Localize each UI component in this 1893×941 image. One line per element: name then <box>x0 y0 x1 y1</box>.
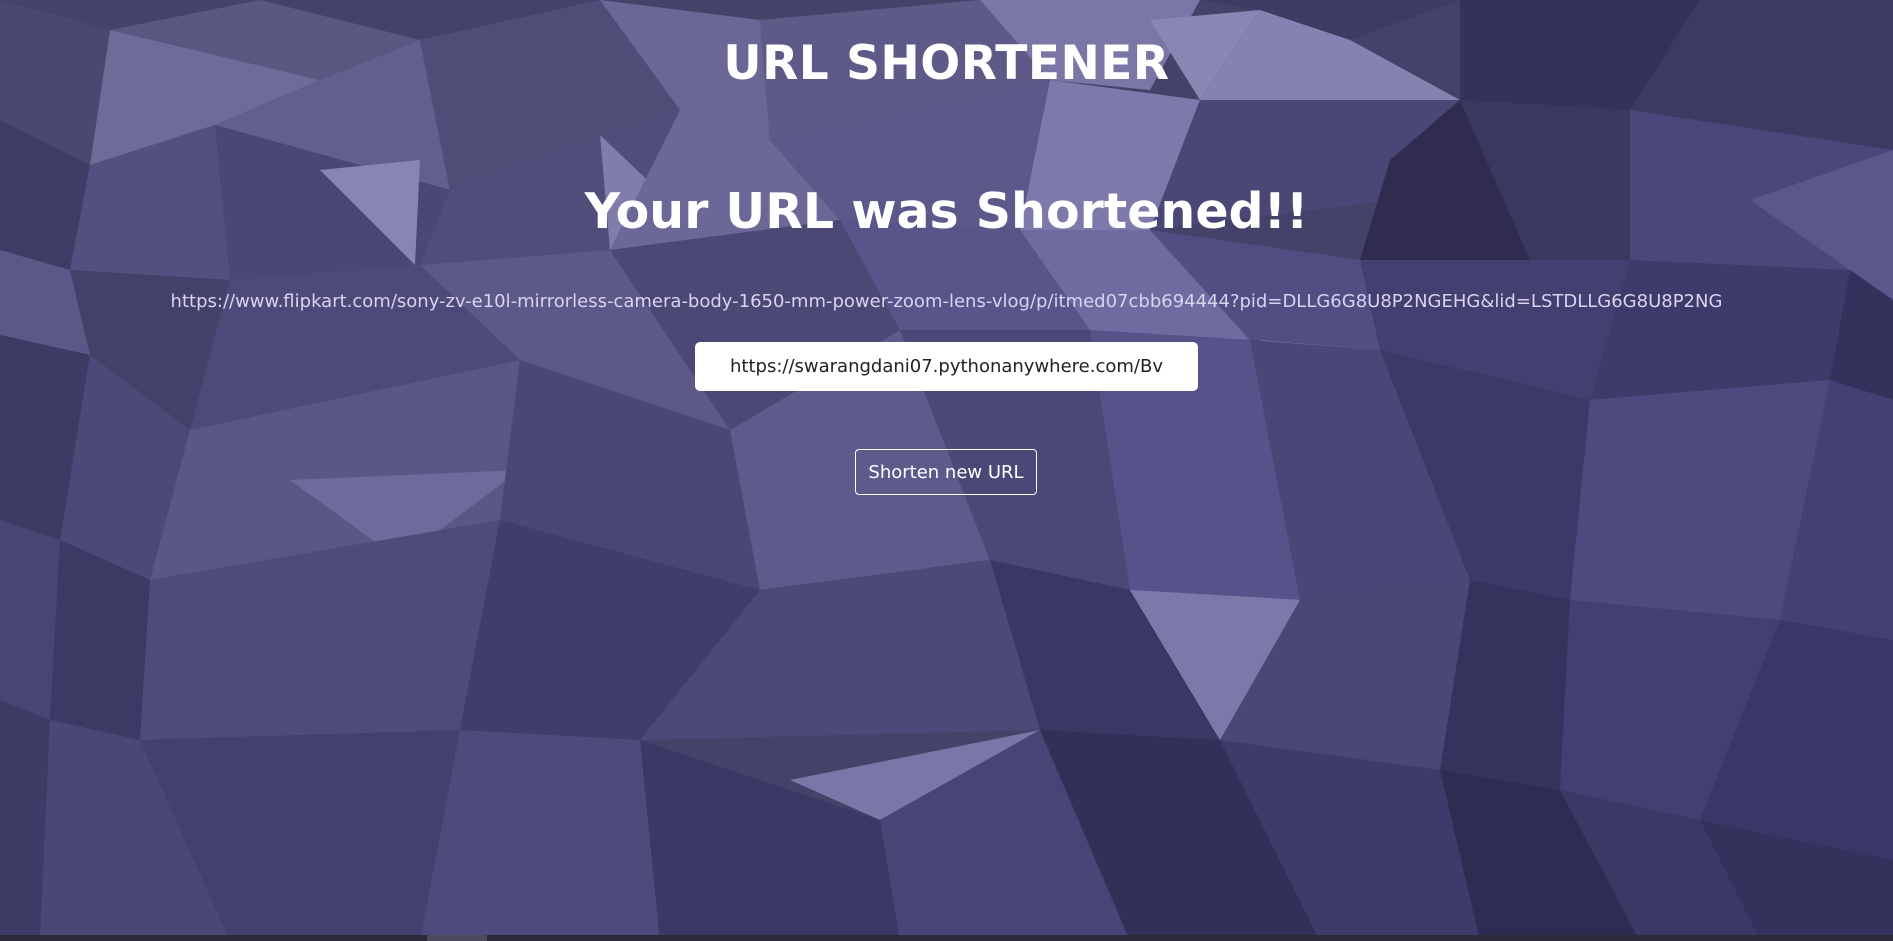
page: URL SHORTENER Your URL was Shortened!! h… <box>0 0 1893 941</box>
short-url-field[interactable] <box>695 342 1198 391</box>
shorten-new-url-button[interactable]: Shorten new URL <box>855 449 1037 495</box>
bottom-strip-marker <box>427 935 487 941</box>
result-heading: Your URL was Shortened!! <box>584 183 1309 240</box>
original-url-text: https://www.flipkart.com/sony-zv-e10l-mi… <box>170 291 1723 312</box>
bottom-edge-strip <box>0 935 1893 941</box>
app-title: URL SHORTENER <box>723 36 1170 91</box>
main-content: URL SHORTENER Your URL was Shortened!! h… <box>0 0 1893 941</box>
